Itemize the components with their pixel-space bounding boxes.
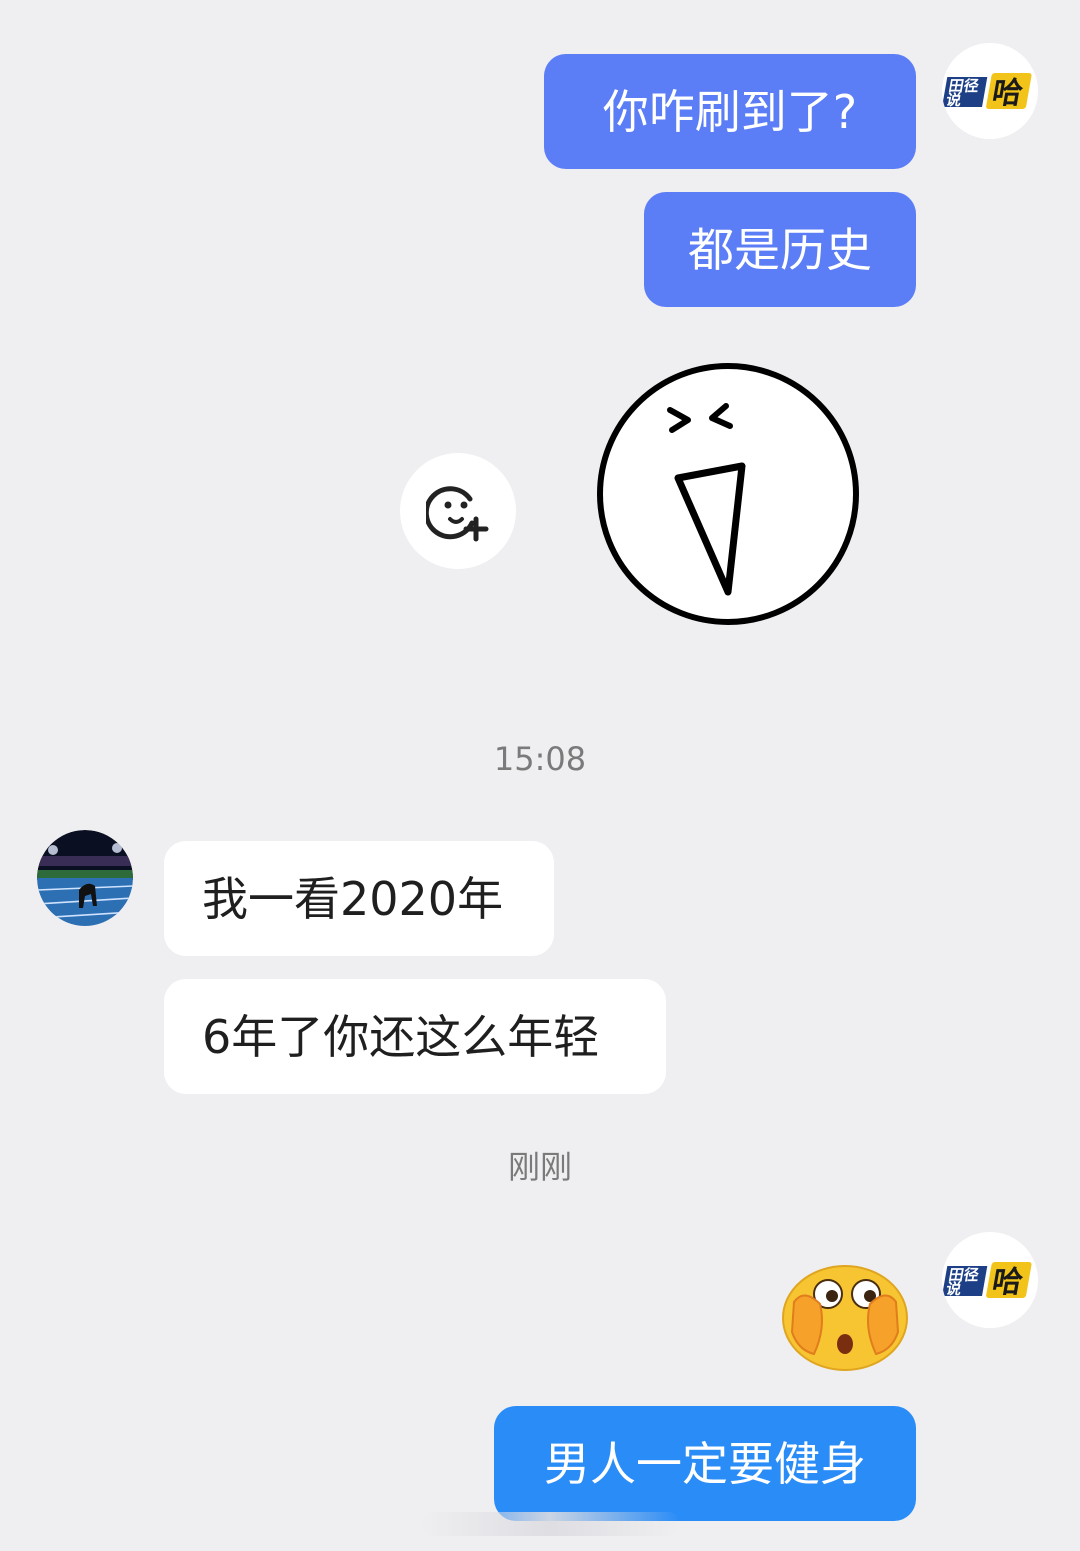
svg-text:说: 说: [945, 91, 963, 109]
add-sticker-button[interactable]: [400, 453, 516, 569]
brand-logo-icon: 田径 说 哈: [942, 43, 1038, 139]
contact-avatar[interactable]: [37, 830, 133, 926]
shy-emoji-message[interactable]: [780, 1258, 910, 1372]
message-text: 你咋刷到了?: [602, 84, 858, 139]
sent-message[interactable]: 都是历史: [644, 192, 916, 307]
brand-logo-icon: 田径 说 哈: [942, 1232, 1038, 1328]
shy-covering-eyes-icon: [782, 1265, 908, 1371]
add-sticker-icon: [426, 486, 489, 542]
laughing-face-icon: [597, 363, 859, 625]
svg-text:哈: 哈: [989, 1265, 1025, 1300]
message-text: 都是历史: [688, 222, 872, 277]
home-indicator: [420, 1512, 680, 1536]
runner-photo-icon: [37, 830, 133, 926]
received-message[interactable]: 我一看2020年: [164, 841, 554, 956]
svg-text:说: 说: [945, 1280, 963, 1298]
my-avatar[interactable]: 田径 说 哈: [942, 43, 1038, 139]
timestamp: 15:08: [493, 740, 587, 778]
laughing-face-sticker[interactable]: [592, 360, 864, 632]
my-avatar[interactable]: 田径 说 哈: [942, 1232, 1038, 1328]
sent-message[interactable]: 你咋刷到了?: [544, 54, 916, 169]
sent-message[interactable]: 男人一定要健身: [494, 1406, 916, 1521]
message-text: 男人一定要健身: [544, 1436, 866, 1491]
svg-text:哈: 哈: [989, 76, 1025, 111]
message-text: 我一看2020年: [202, 871, 504, 926]
timestamp: 刚刚: [507, 1148, 572, 1186]
received-message[interactable]: 6年了你还这么年轻: [164, 979, 666, 1094]
message-text: 6年了你还这么年轻: [202, 1009, 600, 1064]
